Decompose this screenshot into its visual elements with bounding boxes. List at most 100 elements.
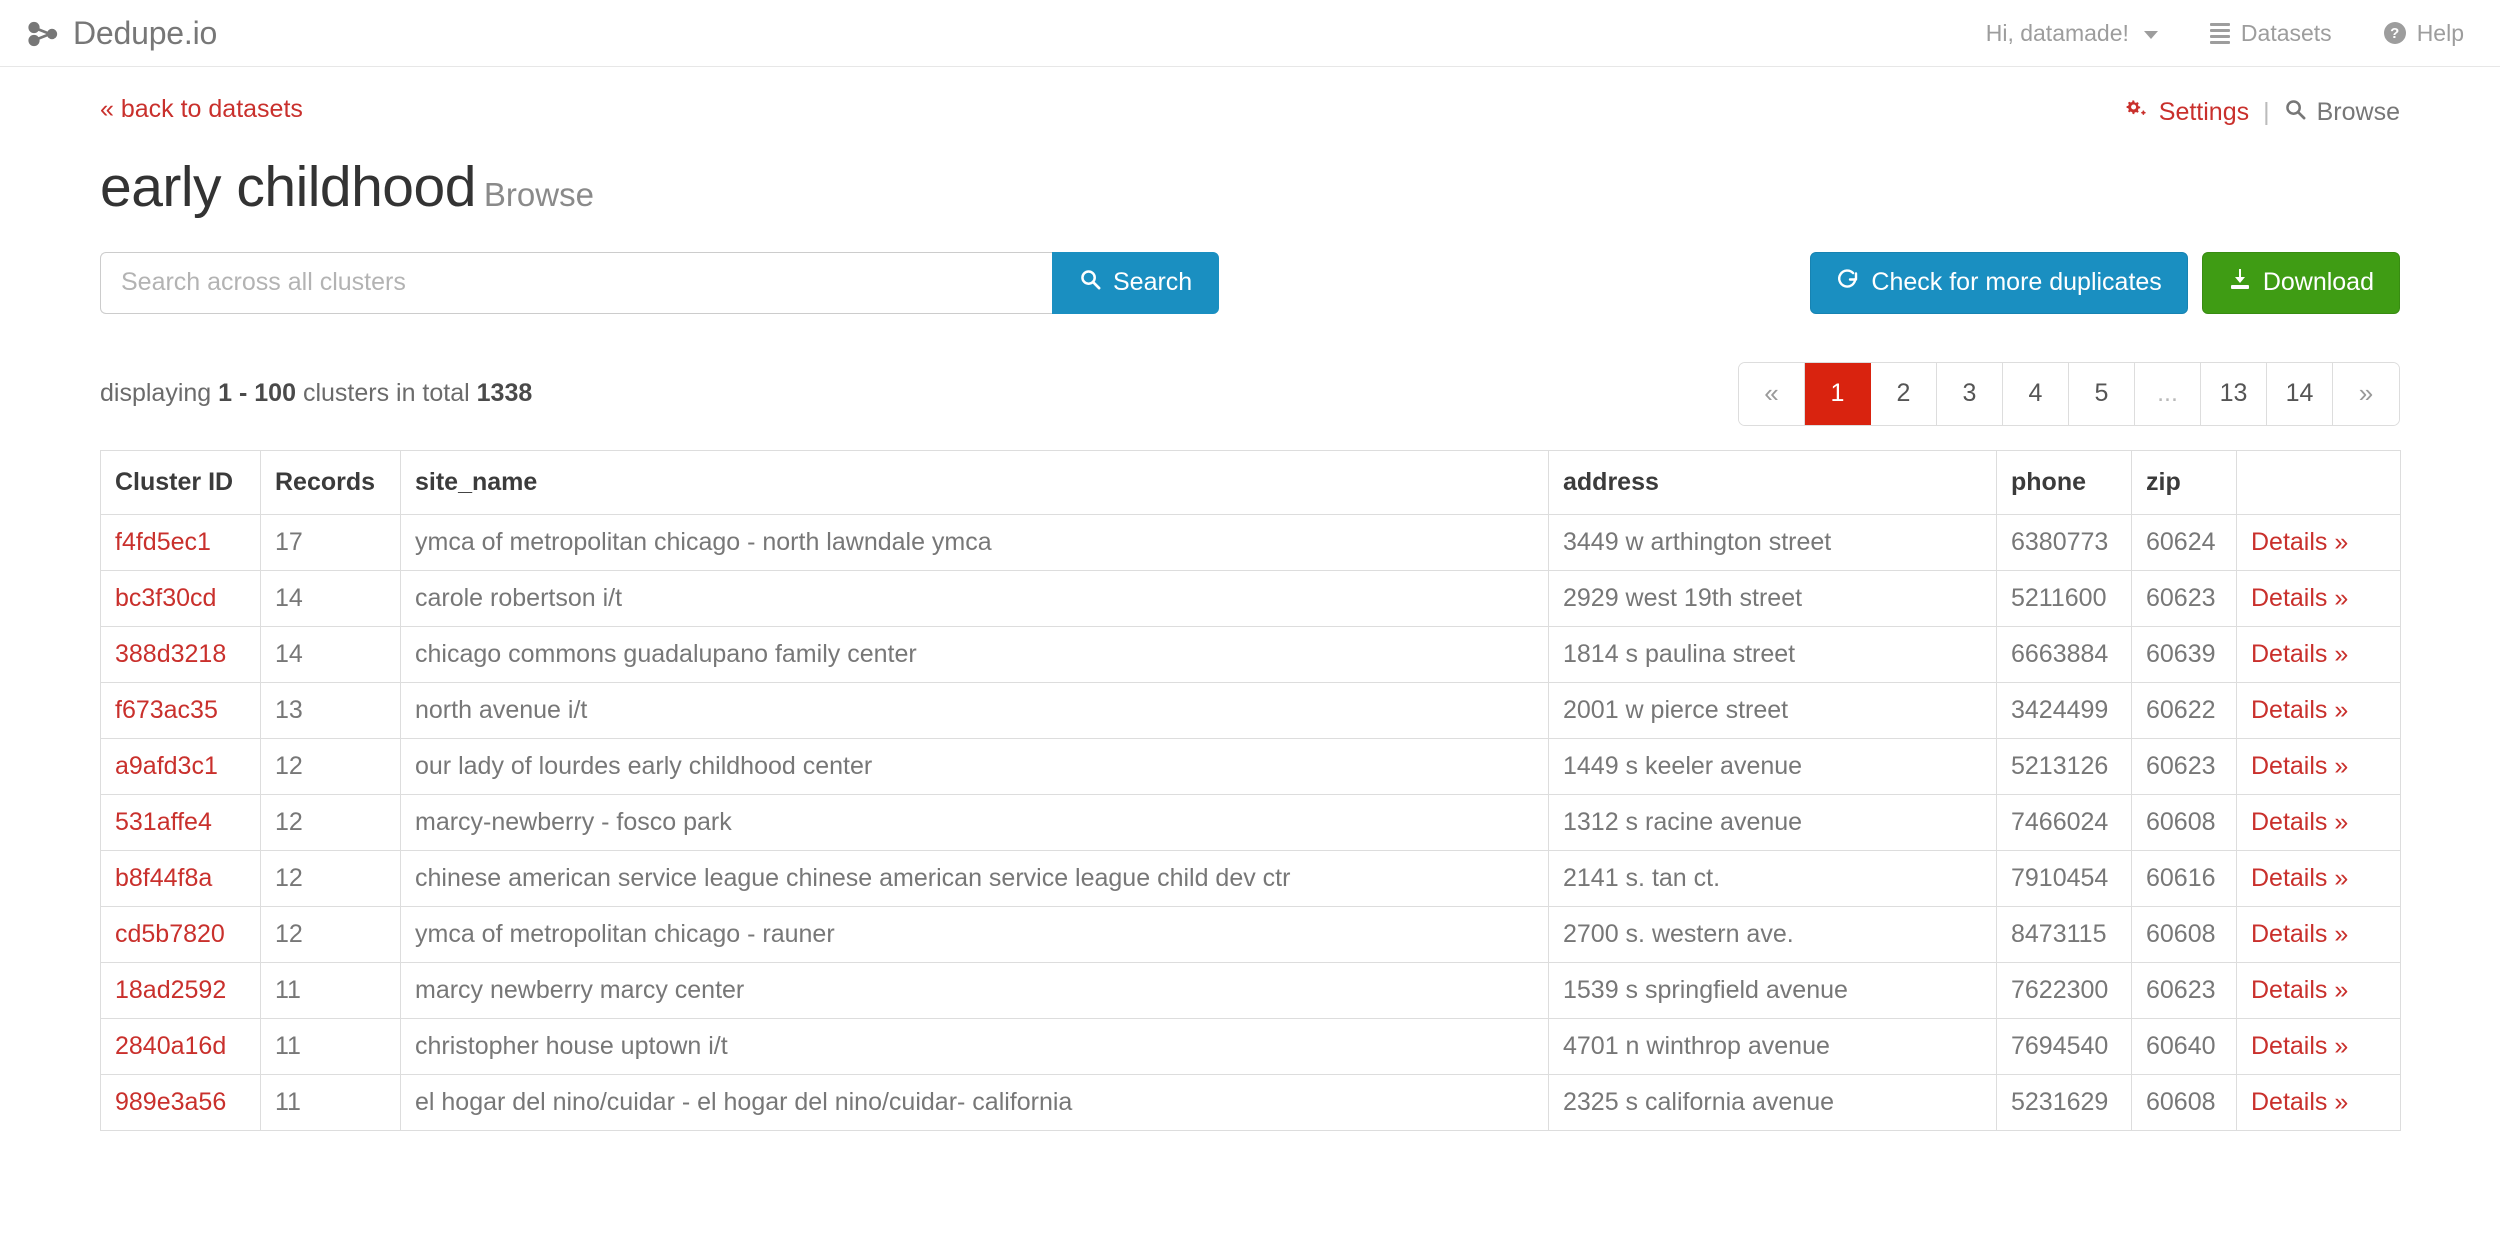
cluster-id-link[interactable]: 18ad2592 [115,976,226,1004]
cell-zip: 60623 [2131,569,2237,627]
download-button[interactable]: Download [2201,251,2400,314]
cell-details: Details » [2236,569,2401,627]
nav-datasets[interactable]: Datasets [2209,19,2332,47]
details-link[interactable]: Details » [2251,976,2348,1004]
pagination-page-5[interactable]: 5 [2069,362,2135,425]
details-link[interactable]: Details » [2251,640,2348,668]
table-body: f4fd5ec1 17 ymca of metropolitan chicago -… [100,513,2401,1131]
details-link[interactable]: Details » [2251,864,2348,892]
details-link[interactable]: Details » [2251,920,2348,948]
cell-details: Details » [2236,849,2401,907]
nav-help-label: Help [2416,19,2464,46]
cell-address: 1814 s paulina street [1548,625,1997,683]
cluster-id-link[interactable]: bc3f30cd [115,584,216,612]
nav-help[interactable]: ? Help [2383,19,2464,47]
column-header-phone: phone [1996,449,2132,515]
cell-zip: 60608 [2131,905,2237,963]
cell-address: 2700 s. western ave. [1548,905,1997,963]
cell-phone: 7910454 [1996,849,2132,907]
table-row: 388d3218 14 chicago commons guadalupano fa… [100,625,2401,683]
table-row: 18ad2592 11 marcy newberry marcy center 153… [100,961,2401,1019]
cell-zip: 60623 [2131,737,2237,795]
cell-details: Details » [2236,681,2401,739]
column-header-zip: zip [2131,449,2237,515]
details-link[interactable]: Details » [2251,584,2348,612]
cluster-id-link[interactable]: 989e3a56 [115,1088,226,1116]
details-link[interactable]: Details » [2251,1088,2348,1116]
cell-cluster-id: 531affe4 [100,793,261,851]
cluster-id-link[interactable]: 388d3218 [115,640,226,668]
cell-address: 4701 n winthrop avenue [1548,1017,1997,1075]
details-link[interactable]: Details » [2251,696,2348,724]
cluster-id-link[interactable]: f673ac35 [115,696,218,724]
details-link[interactable]: Details » [2251,752,2348,780]
action-buttons: Check for more duplicates Download [1810,251,2400,314]
search-button[interactable]: Search [1052,251,1220,314]
column-header-cluster-id: Cluster ID [100,449,261,515]
check-for-more-duplicates-button[interactable]: Check for more duplicates [1810,251,2188,314]
cell-cluster-id: a9afd3c1 [100,737,261,795]
pagination-page-2[interactable]: 2 [1871,362,1937,425]
cell-records: 12 [260,737,401,795]
cluster-id-link[interactable]: 531affe4 [115,808,212,836]
pagination-next[interactable]: » [2333,362,2399,425]
cell-cluster-id: f4fd5ec1 [100,513,261,571]
cell-zip: 60608 [2131,1073,2237,1131]
column-header-records: Records [260,449,401,515]
pagination-page-1[interactable]: 1 [1805,362,1871,425]
cell-details: Details » [2236,513,2401,571]
pagination-page-3[interactable]: 3 [1937,362,2003,425]
brand-logo-link[interactable]: Dedupe.io [26,15,217,52]
cell-address: 2141 s. tan ct. [1548,849,1997,907]
cell-details: Details » [2236,961,2401,1019]
caret-down-icon [2143,31,2158,39]
settings-label: Settings [2158,98,2250,126]
search-group: Search [100,251,1220,314]
back-to-datasets-link[interactable]: « back to datasets [100,95,303,124]
nav-datasets-label: Datasets [2240,19,2332,46]
pagination-page-13[interactable]: 13 [2201,362,2267,425]
browse-link[interactable]: Browse [2284,98,2400,128]
search-input[interactable] [100,251,1052,314]
cell-cluster-id: b8f44f8a [100,849,261,907]
dataset-name: early childhood [100,155,476,219]
cluster-id-link[interactable]: a9afd3c1 [115,752,218,780]
cell-site-name: carole robertson i/t [400,569,1549,627]
table-row: 2840a16d 11 christopher house uptown i/t 47… [100,1017,2401,1075]
cell-address: 3449 w arthington street [1548,513,1997,571]
top-navbar: Dedupe.io Hi, datamade! Datasets ? Help [0,0,2500,67]
pagination-page-4[interactable]: 4 [2003,362,2069,425]
table-header: Cluster ID Records site_name address pho… [100,449,2401,515]
cell-records: 17 [260,513,401,571]
column-header-site-name: site_name [400,449,1549,515]
details-link[interactable]: Details » [2251,1032,2348,1060]
page-tools: Settings | Browse [2125,95,2400,128]
settings-link[interactable]: Settings [2125,97,2249,128]
actions-row: Search Check for more duplicates [100,251,2400,314]
cluster-id-link[interactable]: f4fd5ec1 [115,528,211,556]
details-link[interactable]: Details » [2251,808,2348,836]
table-row: 989e3a56 11 el hogar del nino/cuidar - el … [100,1073,2401,1131]
cell-site-name: marcy newberry marcy center [400,961,1549,1019]
pagination-page-14[interactable]: 14 [2267,362,2333,425]
nav-user-label: Hi, datamade! [1985,19,2129,46]
cell-address: 2001 w pierce street [1548,681,1997,739]
breadcrumb-row: « back to datasets Settings | Browse [100,67,2400,128]
share-nodes-icon [26,19,60,47]
nav-user-menu[interactable]: Hi, datamade! [1986,20,2158,47]
cell-cluster-id: cd5b7820 [100,905,261,963]
cluster-id-link[interactable]: 2840a16d [115,1032,226,1060]
results-summary: displaying 1 - 100 clusters in total 133… [100,379,532,408]
cluster-id-link[interactable]: b8f44f8a [115,864,212,892]
cluster-id-link[interactable]: cd5b7820 [115,920,225,948]
details-link[interactable]: Details » [2251,528,2348,556]
cell-phone: 7466024 [1996,793,2132,851]
cell-records: 12 [260,905,401,963]
cell-phone: 3424499 [1996,681,2132,739]
cell-site-name: chicago commons guadalupano family cente… [400,625,1549,683]
cell-records: 12 [260,849,401,907]
pagination-ellipsis: ... [2135,362,2201,425]
brand-label: Dedupe.io [73,14,218,51]
pagination-prev[interactable]: « [1739,362,1805,425]
cell-site-name: el hogar del nino/cuidar - el hogar del … [400,1073,1549,1131]
